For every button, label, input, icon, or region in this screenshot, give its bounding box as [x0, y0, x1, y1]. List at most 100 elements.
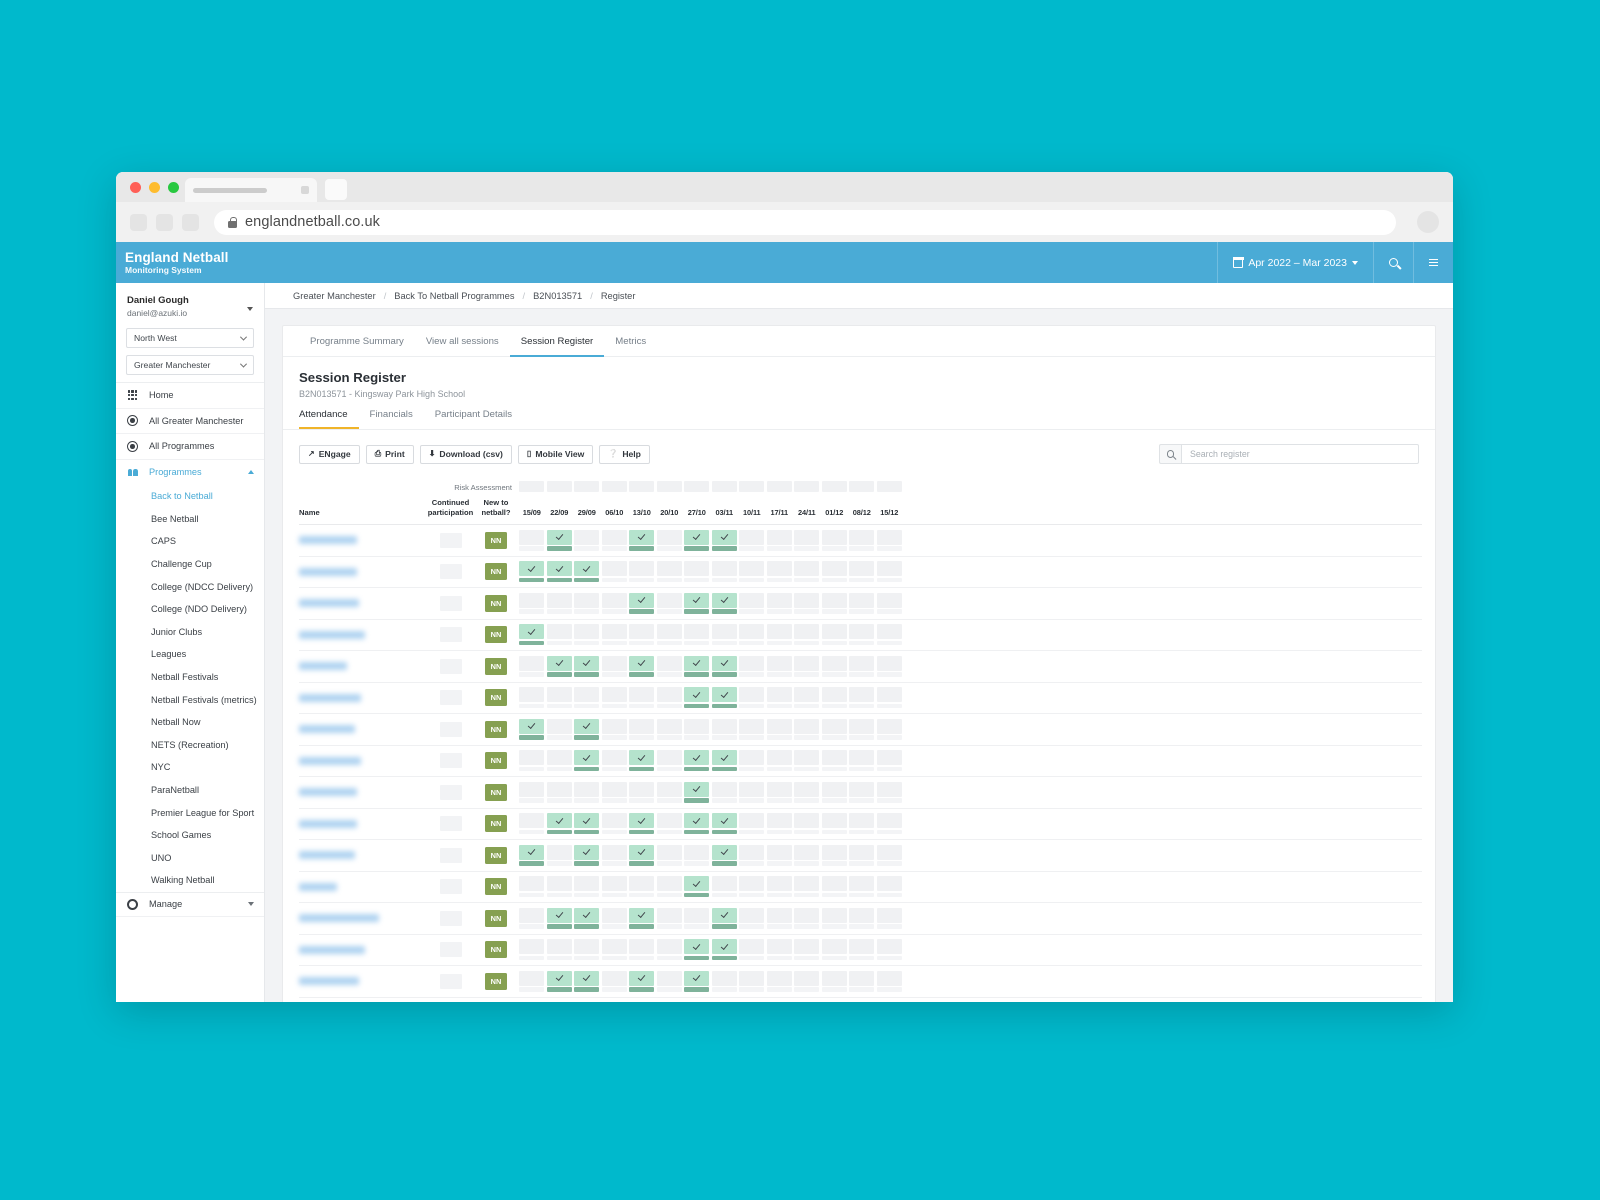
attendance-bar[interactable]	[767, 798, 792, 803]
attendance-cell[interactable]	[601, 714, 629, 746]
attendance-absent-box[interactable]	[822, 782, 847, 797]
attendance-absent-box[interactable]	[739, 939, 764, 954]
continued-participation-cell[interactable]	[427, 682, 474, 714]
attendance-absent-box[interactable]	[849, 656, 874, 671]
attendance-cell[interactable]	[848, 556, 876, 588]
attendance-cell[interactable]	[738, 840, 766, 872]
attendance-cell[interactable]	[821, 903, 849, 935]
attendance-present-box[interactable]	[684, 656, 709, 671]
region-select[interactable]: North West	[126, 328, 254, 348]
attendance-cell[interactable]	[601, 556, 629, 588]
attendance-cell[interactable]	[683, 966, 711, 998]
attendance-cell[interactable]	[876, 745, 904, 777]
attendance-bar[interactable]	[684, 767, 709, 772]
continued-participation-cell[interactable]	[427, 619, 474, 651]
attendance-cell[interactable]	[848, 714, 876, 746]
attendance-absent-box[interactable]	[849, 624, 874, 639]
attendance-absent-box[interactable]	[822, 530, 847, 545]
attendance-absent-box[interactable]	[767, 561, 792, 576]
attendance-bar[interactable]	[739, 830, 764, 835]
sidebar-item-college-ndcc[interactable]: College (NDCC Delivery)	[116, 575, 264, 598]
risk-assessment-cell[interactable]	[876, 478, 904, 498]
attendance-absent-box[interactable]	[547, 782, 572, 797]
attendance-cell[interactable]	[848, 966, 876, 998]
attendance-cell[interactable]	[573, 840, 601, 872]
attendance-cell[interactable]	[601, 651, 629, 683]
attendance-cell[interactable]	[683, 714, 711, 746]
continued-participation-box[interactable]	[440, 533, 462, 548]
sidebar-item-uno[interactable]: UNO	[116, 847, 264, 870]
window-traffic-lights[interactable]	[126, 172, 185, 202]
attendance-absent-box[interactable]	[877, 687, 902, 702]
continued-participation-cell[interactable]	[427, 966, 474, 998]
attendance-present-box[interactable]	[684, 939, 709, 954]
attendance-absent-box[interactable]	[877, 782, 902, 797]
attendance-cell[interactable]	[546, 903, 574, 935]
attendance-bar[interactable]	[739, 861, 764, 866]
attendance-present-box[interactable]	[712, 530, 737, 545]
attendance-present-box[interactable]	[547, 561, 572, 576]
attendance-bar[interactable]	[547, 641, 572, 646]
attendance-present-box[interactable]	[574, 719, 599, 734]
attendance-absent-box[interactable]	[657, 624, 682, 639]
attendance-bar[interactable]	[574, 704, 599, 709]
header-menu-button[interactable]	[1413, 242, 1453, 283]
attendance-absent-box[interactable]	[574, 876, 599, 891]
attendance-absent-box[interactable]	[877, 530, 902, 545]
attendance-absent-box[interactable]	[794, 939, 819, 954]
attendance-present-box[interactable]	[684, 971, 709, 986]
attendance-bar[interactable]	[712, 641, 737, 646]
attendance-absent-box[interactable]	[684, 719, 709, 734]
attendance-cell[interactable]	[793, 588, 821, 620]
attendance-absent-box[interactable]	[767, 687, 792, 702]
participant-name-cell[interactable]	[299, 934, 427, 966]
user-menu[interactable]: Daniel Gough daniel@azuki.io	[116, 283, 264, 328]
attendance-cell[interactable]	[876, 525, 904, 557]
attendance-absent-box[interactable]	[794, 624, 819, 639]
continued-participation-box[interactable]	[440, 974, 462, 989]
attendance-bar[interactable]	[684, 987, 709, 992]
attendance-absent-box[interactable]	[684, 908, 709, 923]
attendance-cell[interactable]	[711, 556, 739, 588]
attendance-cell[interactable]	[821, 525, 849, 557]
close-window-button[interactable]	[130, 182, 141, 193]
mobile-view-button[interactable]: ▯ Mobile View	[518, 445, 593, 464]
attendance-bar[interactable]	[574, 893, 599, 898]
attendance-bar[interactable]	[822, 798, 847, 803]
attendance-bar[interactable]	[849, 893, 874, 898]
attendance-bar[interactable]	[629, 767, 654, 772]
attendance-bar[interactable]	[877, 893, 902, 898]
attendance-bar[interactable]	[767, 924, 792, 929]
continued-participation-box[interactable]	[440, 942, 462, 957]
attendance-absent-box[interactable]	[574, 782, 599, 797]
attendance-cell[interactable]	[518, 934, 546, 966]
attendance-cell[interactable]	[821, 651, 849, 683]
tab-financials[interactable]: Financials	[359, 409, 424, 429]
attendance-cell[interactable]	[656, 682, 684, 714]
attendance-bar[interactable]	[739, 641, 764, 646]
attendance-cell[interactable]	[683, 808, 711, 840]
attendance-bar[interactable]	[767, 609, 792, 614]
attendance-cell[interactable]	[573, 903, 601, 935]
attendance-absent-box[interactable]	[849, 971, 874, 986]
attendance-cell[interactable]	[601, 840, 629, 872]
attendance-cell[interactable]	[656, 777, 684, 809]
attendance-cell[interactable]	[848, 840, 876, 872]
attendance-absent-box[interactable]	[657, 656, 682, 671]
participant-name-cell[interactable]	[299, 966, 427, 998]
attendance-cell[interactable]	[738, 714, 766, 746]
attendance-cell[interactable]	[848, 525, 876, 557]
attendance-present-box[interactable]	[547, 530, 572, 545]
attendance-absent-box[interactable]	[602, 813, 627, 828]
attendance-absent-box[interactable]	[739, 561, 764, 576]
attendance-bar[interactable]	[519, 987, 544, 992]
attendance-bar[interactable]	[574, 546, 599, 551]
attendance-cell[interactable]	[656, 525, 684, 557]
risk-assessment-cell[interactable]	[711, 478, 739, 498]
attendance-present-box[interactable]	[574, 845, 599, 860]
attendance-absent-box[interactable]	[849, 561, 874, 576]
attendance-present-box[interactable]	[684, 876, 709, 891]
attendance-bar[interactable]	[849, 704, 874, 709]
attendance-absent-box[interactable]	[739, 593, 764, 608]
attendance-bar[interactable]	[712, 830, 737, 835]
